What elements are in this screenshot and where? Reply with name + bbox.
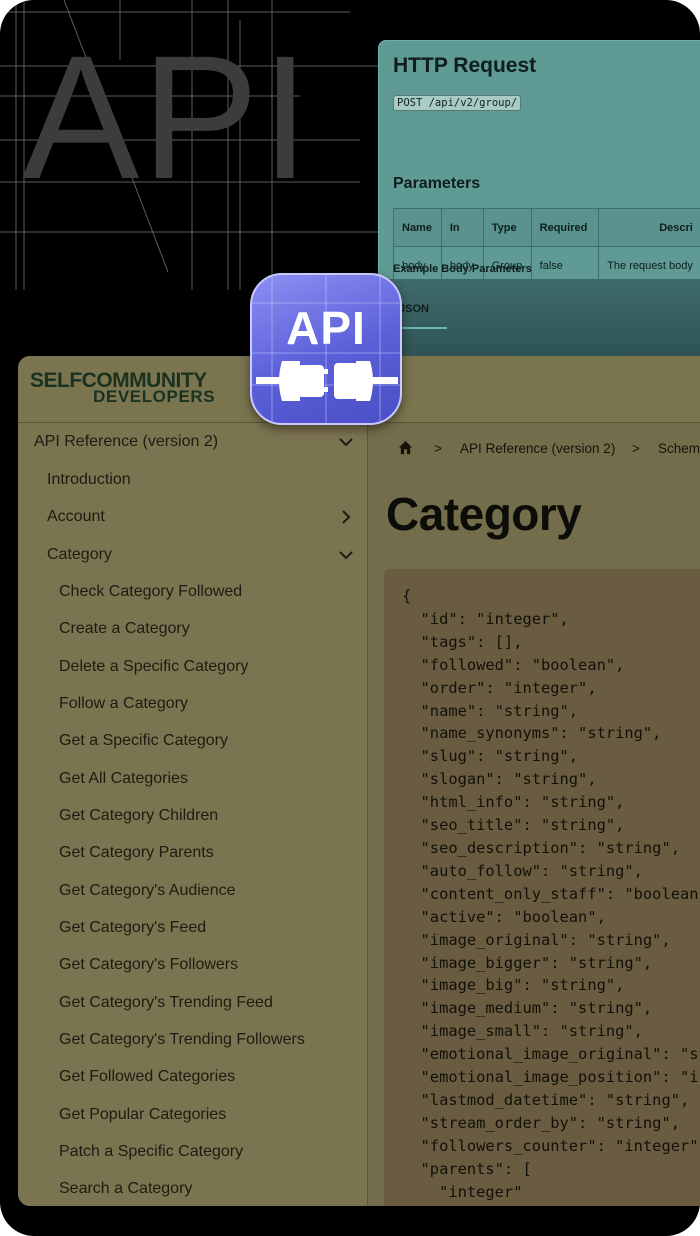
breadcrumb-item[interactable]: API Reference (version 2) [460,441,615,456]
sidebar-item-label: Get Category's Trending Followers [59,1031,305,1048]
breadcrumb-separator: > [434,441,442,456]
sidebar-item-label: Get Category's Trending Feed [59,994,273,1011]
sidebar-item-label: Get Followed Categories [59,1068,236,1085]
sidebar-subitem[interactable]: Get Category's Feed [18,911,368,945]
tab-json[interactable]: JSON [399,303,447,329]
sidebar-subitem[interactable]: Get Category Children [18,799,368,833]
sidebar-subitem[interactable]: Search a Category [18,1172,368,1206]
api-app-icon: API [250,273,402,425]
column-in: In [440,208,484,247]
sidebar-subitem[interactable]: Follow a Category [18,687,368,721]
api-hero-word: API [22,20,312,216]
sidebar-section-label: API Reference (version 2) [34,433,219,450]
chevron-down-icon [339,551,353,560]
sidebar: API Reference (version 2) Introduction A… [18,422,368,1206]
example-body-label: Example Body Parameters [393,263,532,275]
column-name: Name [393,208,442,247]
sidebar-subitem[interactable]: Get a Specific Category [18,724,368,758]
sidebar-item-label: Get Category's Followers [59,956,239,973]
sidebar-item-category[interactable]: Category [18,538,368,572]
sidebar-subitem[interactable]: Get Category's Trending Feed [18,986,368,1020]
sidebar-item-label: Patch a Specific Category [59,1143,244,1160]
http-request-title: HTTP Request [393,54,537,77]
breadcrumb: > API Reference (version 2) > Schem [368,437,700,459]
cell-required: false [530,246,600,285]
column-type: Type [482,208,532,247]
sidebar-subitem[interactable]: Create a Category [18,612,368,646]
sidebar-item-label: Search a Category [59,1180,193,1197]
sidebar-item-label: Get Category's Audience [59,882,236,899]
sidebar-subitem[interactable]: Patch a Specific Category [18,1135,368,1169]
plug-icon [256,361,398,401]
sidebar-item-label: Category [47,546,112,563]
breadcrumb-separator: > [632,441,640,456]
screenshot-frame: API HTTP Request POST /api/v2/group/ Par… [0,0,700,1236]
sidebar-item-label: Follow a Category [59,695,188,712]
http-request-card: HTTP Request POST /api/v2/group/ Paramet… [378,40,700,358]
cell-description: The request body [598,246,700,285]
sidebar-subitem[interactable]: Check Category Followed [18,575,368,609]
sidebar-subitem[interactable]: Get Category Parents [18,836,368,870]
sidebar-item-label: Get a Specific Category [59,732,228,749]
chevron-right-icon [342,510,351,524]
api-blueprint-graphic: API [0,0,380,300]
chevron-down-icon [339,438,353,447]
sidebar-item-label: Delete a Specific Category [59,658,249,675]
developer-portal: SELFCOMMUNITY DEVELOPERS API Reference (… [18,356,700,1206]
schema-json: { "id": "integer", "tags": [], "followed… [402,587,700,1201]
sidebar-item-label: Introduction [47,471,131,488]
sidebar-subitem[interactable]: Get Followed Categories [18,1060,368,1094]
sidebar-item-label: Get All Categories [59,770,188,787]
sidebar-subitem[interactable]: Get Category's Trending Followers [18,1023,368,1057]
sidebar-item-label: Account [47,508,105,525]
column-required: Required [530,208,600,247]
sidebar-item-introduction[interactable]: Introduction [18,463,368,497]
sidebar-item-label: Get Category's Feed [59,919,207,936]
breadcrumb-item[interactable]: Schem [658,441,700,456]
sidebar-section-api-reference[interactable]: API Reference (version 2) [18,425,368,459]
sidebar-subitem[interactable]: Get Category's Audience [18,874,368,908]
sidebar-item-label: Get Category Parents [59,844,214,861]
table-header-row: Name In Type Required Descri [393,208,700,247]
sidebar-item-label: Create a Category [59,620,190,637]
sidebar-item-label: Get Popular Categories [59,1106,227,1123]
sidebar-subitem[interactable]: Get All Categories [18,762,368,796]
sidebar-subitem[interactable]: Get Popular Categories [18,1098,368,1132]
page-title: Category [386,488,582,540]
sidebar-item-label: Get Category Children [59,807,219,824]
sidebar-subitem[interactable]: Get Category's Followers [18,948,368,982]
schema-code-block: { "id": "integer", "tags": [], "followed… [384,569,700,1206]
sidebar-item-label: Check Category Followed [59,583,243,600]
logo-subtitle: DEVELOPERS [93,387,216,406]
sidebar-item-account[interactable]: Account [18,500,368,534]
sidebar-subitem[interactable]: Delete a Specific Category [18,650,368,684]
parameters-title: Parameters [393,175,481,192]
endpoint-code: POST /api/v2/group/ [393,95,522,111]
column-description: Descri [598,208,700,247]
home-icon[interactable] [398,440,413,455]
main-content: > API Reference (version 2) > Schem Cate… [368,422,700,1206]
